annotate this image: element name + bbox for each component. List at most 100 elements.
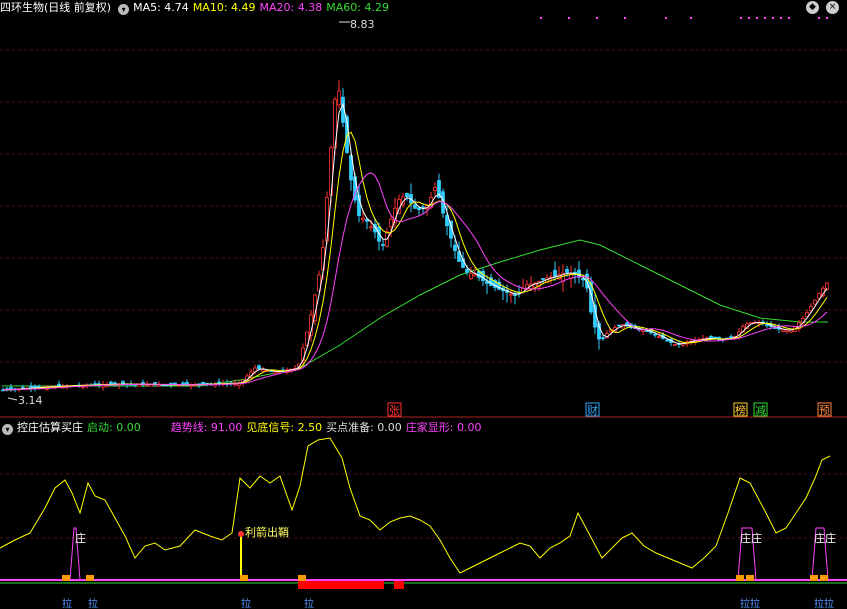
candle-body [261, 369, 265, 372]
signal-dot [818, 17, 820, 19]
signal-dot [780, 17, 782, 19]
signal-label: 庄庄 [814, 531, 836, 545]
signal-dot [540, 17, 542, 19]
signal-dot [596, 17, 598, 19]
event-marker-label: 减 [755, 404, 766, 417]
ma10-line [2, 131, 828, 391]
candle-body [257, 365, 261, 370]
candle-body [369, 226, 373, 229]
chevron-down-icon[interactable]: ▾ [2, 424, 13, 435]
indicator-chart[interactable]: 庄利箭出鞘 庄庄 庄庄拉拉拉拉拉拉 拉拉 [0, 418, 847, 609]
ma60-line [2, 239, 828, 387]
arrow-signal-dot [238, 531, 244, 537]
signal-label: 庄庄 [740, 531, 762, 545]
candle-body [29, 385, 33, 389]
candle-body [509, 293, 513, 296]
trend-label: 趋势线: 91.00 [170, 421, 243, 434]
candle-body [465, 268, 469, 273]
orange-marker [810, 575, 818, 581]
candle-body [469, 273, 473, 279]
orange-marker [736, 575, 744, 581]
low-price-label: 3.14 [18, 394, 43, 407]
candle-body [481, 270, 485, 282]
candle-body [337, 90, 341, 106]
bottom-signal-line [0, 437, 831, 574]
ma10-label: MA10: 4.49 [192, 1, 256, 14]
stock-title[interactable]: 四环生物(日线 前复权) [0, 1, 111, 14]
orange-marker [820, 575, 828, 581]
indicator-bars [0, 527, 847, 589]
candle-body [657, 336, 661, 338]
ma20-label: MA20: 4.38 [259, 1, 323, 14]
bottom-label: 拉 [304, 597, 314, 609]
bottom-label: 拉拉 [740, 597, 760, 609]
candle-body [781, 329, 785, 332]
ma60-line [2, 239, 828, 387]
indicator-labels: 庄利箭出鞘 庄庄 庄庄拉拉拉拉拉拉 拉拉 [62, 525, 836, 609]
candle-body [413, 204, 417, 209]
red-block [394, 581, 404, 589]
event-marker-label: 张 [389, 404, 400, 417]
candle-body [417, 207, 421, 211]
high-price-label: 8.83 [350, 18, 375, 31]
bottom-label: 拉 [88, 597, 98, 609]
candle-body [553, 269, 557, 277]
close-icon[interactable]: × [826, 1, 839, 14]
indicator-title[interactable]: 控庄估算买庄 [17, 421, 83, 434]
signal-dot [788, 17, 790, 19]
candle-body [729, 336, 733, 338]
event-marker-label: 预 [819, 404, 830, 417]
signal-dot [826, 17, 828, 19]
bottom-label: 拉 [62, 597, 72, 609]
candle-body [565, 269, 569, 273]
signal-dot [665, 17, 667, 19]
orange-marker [746, 575, 754, 581]
signal-dot [624, 17, 626, 19]
event-marker-label: 榜 [735, 403, 746, 417]
candle-body [673, 344, 677, 346]
candle-body [405, 192, 409, 198]
candle-body [813, 299, 817, 305]
candlestick-series [1, 80, 829, 393]
red-block [298, 581, 384, 589]
signal-dot [748, 17, 750, 19]
candle-body [765, 324, 769, 327]
bottom-label: 拉 [241, 597, 251, 609]
candle-body [273, 371, 277, 374]
candle-body [541, 278, 545, 280]
diamond-icon[interactable]: ◆ [806, 1, 819, 14]
event-marker-label: 财 [587, 403, 598, 417]
signal-label: 利箭出鞘 [245, 525, 289, 539]
event-markers: 张 财 榜减 预 [387, 402, 832, 417]
ma-lines [2, 17, 828, 391]
candle-body [389, 218, 393, 228]
candle-body [325, 197, 329, 242]
signal-dot [740, 17, 742, 19]
candle-body [9, 387, 13, 390]
start-label: 启动: 0.00 [87, 421, 141, 434]
candle-body [601, 337, 605, 340]
indicator-grid [0, 473, 847, 539]
ma5-line [2, 102, 828, 391]
signal-dot [690, 17, 692, 19]
candle-body [381, 244, 385, 246]
orange-marker [298, 575, 306, 581]
signal-dot [756, 17, 758, 19]
signal-dot [568, 17, 570, 19]
candle-body [433, 187, 437, 191]
signal-dot [772, 17, 774, 19]
candle-body [453, 244, 457, 252]
candle-body [817, 293, 821, 299]
dealer-label: 庄家显形: 0.00 [405, 421, 482, 434]
candle-body [617, 324, 621, 327]
chevron-down-icon[interactable]: ▾ [118, 4, 130, 15]
ma5-label: MA5: 4.74 [133, 1, 189, 14]
bottom-signal-label: 见底信号: 2.50 [246, 421, 323, 434]
orange-marker [240, 575, 248, 581]
orange-marker [62, 575, 70, 581]
ma60-label: MA60: 4.29 [326, 1, 389, 14]
signal-label: 庄 [75, 531, 86, 545]
price-chart[interactable]: 8.83 3.14 张 财 榜减 预 [0, 0, 847, 418]
signal-dot [764, 17, 766, 19]
low-price-pointer [7, 397, 18, 401]
